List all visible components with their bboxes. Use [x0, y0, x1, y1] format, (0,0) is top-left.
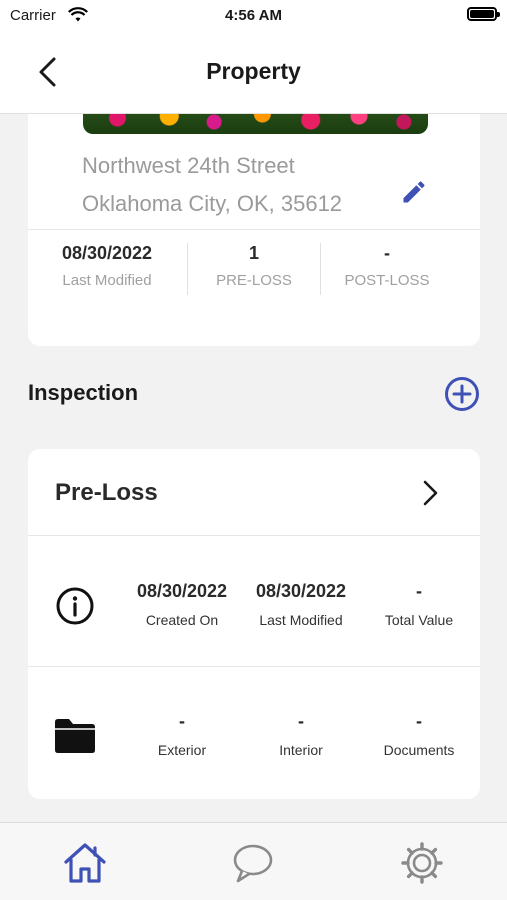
property-address: Northwest 24th Street Oklahoma City, OK,…	[82, 147, 342, 223]
stat-last-modified: 08/30/2022 Last Modified	[32, 243, 182, 289]
info-value: 08/30/2022	[255, 581, 347, 601]
stat-label: PRE-LOSS	[216, 272, 292, 289]
info-label: Last Modified	[259, 612, 343, 628]
chevron-right-icon	[423, 480, 438, 506]
folder-label: Exterior	[157, 742, 207, 758]
tab-chat[interactable]	[228, 841, 278, 885]
info-label: Total Value	[384, 612, 454, 628]
info-last-modified: 08/30/2022 Last Modified	[236, 581, 366, 628]
status-bar: Carrier 4:56 AM	[0, 0, 507, 32]
add-inspection-button[interactable]	[444, 376, 480, 412]
folder-value: -	[298, 711, 304, 731]
address-line-2: Oklahoma City, OK, 35612	[82, 191, 343, 216]
folder-value: -	[179, 711, 185, 731]
property-card: Northwest 24th Street Oklahoma City, OK,…	[28, 114, 480, 346]
stat-post-loss: - POST-LOSS	[312, 243, 462, 289]
inspection-title: Pre-Loss	[55, 479, 158, 506]
info-value: -	[416, 581, 422, 601]
info-value: 08/30/2022	[136, 581, 228, 601]
stat-value: 08/30/2022	[61, 243, 153, 263]
folder-exterior[interactable]: - Exterior	[117, 711, 247, 758]
divider	[28, 666, 480, 667]
folder-documents[interactable]: - Documents	[354, 711, 484, 758]
property-stats: 08/30/2022 Last Modified 1 PRE-LOSS - PO…	[28, 229, 480, 309]
tab-bar	[0, 822, 507, 900]
stat-label: POST-LOSS	[344, 272, 430, 289]
info-icon	[56, 587, 94, 625]
info-created-on: 08/30/2022 Created On	[117, 581, 247, 628]
edit-address-button[interactable]	[400, 178, 428, 206]
inspection-section-title: Inspection	[28, 380, 139, 405]
stat-label: Last Modified	[62, 272, 152, 289]
folder-label: Documents	[383, 742, 455, 758]
home-icon	[64, 843, 106, 883]
scroll-content[interactable]: Northwest 24th Street Oklahoma City, OK,…	[0, 114, 507, 822]
stat-pre-loss: 1 PRE-LOSS	[179, 243, 329, 289]
battery-icon	[467, 7, 500, 21]
folder-interior[interactable]: - Interior	[236, 711, 366, 758]
info-total-value: - Total Value	[354, 581, 484, 628]
divider	[28, 535, 480, 536]
folder-value: -	[416, 711, 422, 731]
inspection-header-row[interactable]: Pre-Loss	[28, 449, 480, 535]
stat-value: 1	[248, 243, 259, 263]
inspection-card-pre-loss: Pre-Loss 08/30/2022 Created On 08/30/202…	[28, 449, 480, 799]
page-title: Property	[206, 58, 301, 84]
chat-icon	[233, 844, 273, 883]
stat-value: -	[384, 243, 390, 263]
address-line-1: Northwest 24th Street	[82, 153, 295, 178]
tab-home[interactable]	[60, 841, 110, 885]
clock: 4:56 AM	[225, 7, 282, 24]
info-label: Created On	[145, 612, 219, 628]
folder-label: Interior	[279, 742, 323, 758]
folder-icon	[55, 719, 95, 753]
tab-settings[interactable]	[397, 841, 447, 885]
settings-icon	[401, 842, 443, 884]
navigation-bar: Property	[0, 32, 507, 114]
property-photo	[83, 114, 428, 134]
